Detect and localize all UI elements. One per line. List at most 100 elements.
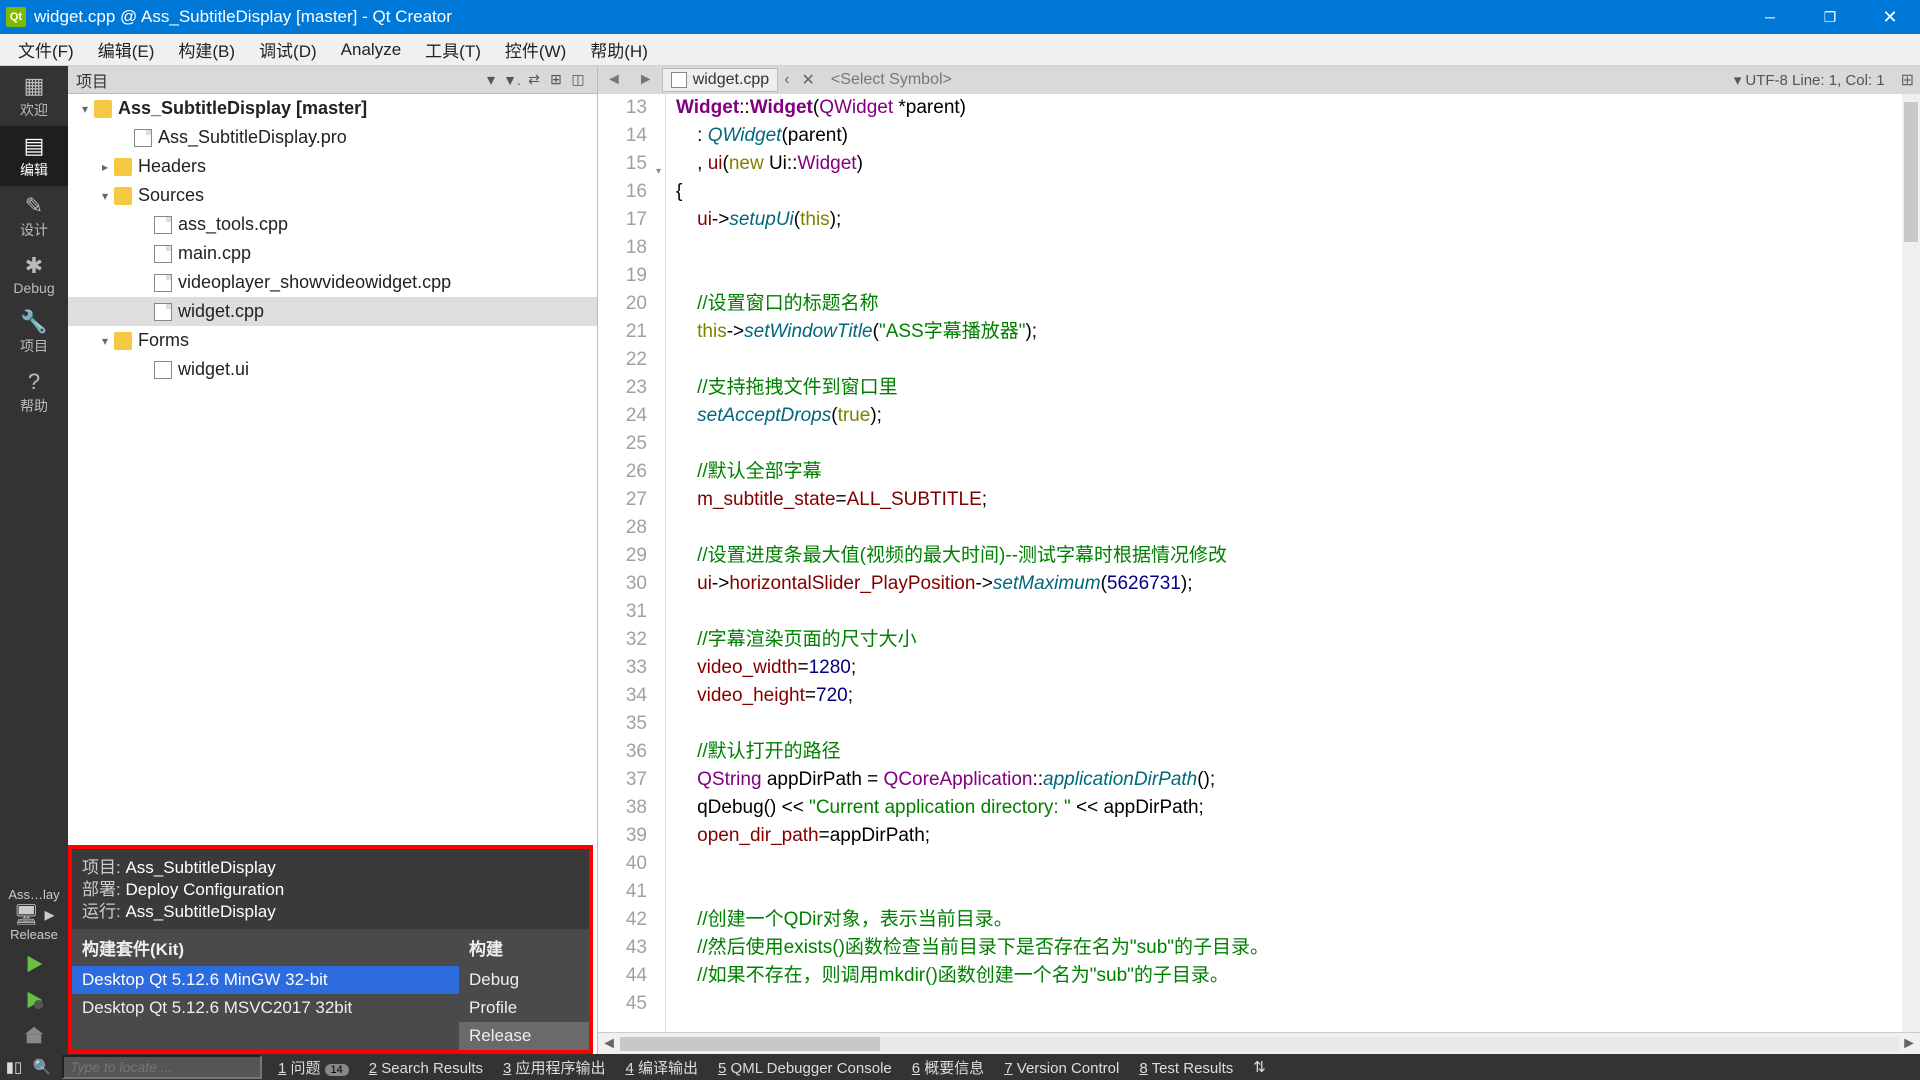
kit-option[interactable]: Desktop Qt 5.12.6 MSVC2017 32bit xyxy=(72,994,459,1022)
build-button[interactable] xyxy=(0,1018,68,1054)
scrollbar-thumb[interactable] xyxy=(620,1037,880,1051)
build-option[interactable]: Profile xyxy=(459,994,589,1022)
tree-ui-file[interactable]: widget.ui xyxy=(68,355,597,384)
mode-design[interactable]: ✎设计 xyxy=(0,186,68,246)
menu-file[interactable]: 文件(F) xyxy=(6,33,86,66)
status-toggle-icon[interactable]: ⇅ xyxy=(1243,1058,1276,1076)
run-button[interactable] xyxy=(0,946,68,982)
horizontal-scrollbar[interactable]: ◄ ► xyxy=(598,1032,1920,1054)
file-icon xyxy=(154,245,172,263)
status-pane-8[interactable]: 8 Test Results xyxy=(1129,1060,1243,1077)
mode-projects[interactable]: 🔧项目 xyxy=(0,302,68,362)
close-tab-icon[interactable]: ✕ xyxy=(796,70,821,90)
nav-forward-icon[interactable]: ► xyxy=(630,71,662,89)
monitor-icon: 🖥 ▸ xyxy=(0,902,68,927)
back-icon[interactable]: ‹ xyxy=(778,71,795,89)
split-icon[interactable]: ◫ xyxy=(567,71,589,88)
tree-headers[interactable]: ▸Headers xyxy=(68,152,597,181)
status-pane-1[interactable]: 1 问题14 xyxy=(268,1060,359,1077)
wrench-icon: 🔧 xyxy=(0,310,68,334)
tree-pro-file[interactable]: Ass_SubtitleDisplay.pro xyxy=(68,123,597,152)
tree-source-file[interactable]: main.cpp xyxy=(68,239,597,268)
code-editor[interactable]: 131415▾161718192021222324252627282930313… xyxy=(598,94,1920,1032)
status-pane-2[interactable]: 2 Search Results xyxy=(359,1060,493,1077)
menu-tools[interactable]: 工具(T) xyxy=(413,33,493,66)
status-pane-7[interactable]: 7 Version Control xyxy=(994,1060,1129,1077)
folder-icon xyxy=(94,100,112,118)
build-header: 构建 xyxy=(459,929,589,966)
search-icon: 🔍 xyxy=(28,1058,56,1076)
filter-icon[interactable]: ▼. xyxy=(501,72,523,88)
tree-forms[interactable]: ▾Forms xyxy=(68,326,597,355)
tree-sources[interactable]: ▾Sources xyxy=(68,181,597,210)
mode-debug[interactable]: ✱Debug xyxy=(0,246,68,302)
close-button[interactable]: ✕ xyxy=(1860,0,1920,34)
chevron-down-icon[interactable]: ▾ xyxy=(487,70,501,90)
maximize-button[interactable]: ❐ xyxy=(1800,0,1860,34)
title-bar: Qt widget.cpp @ Ass_SubtitleDisplay [mas… xyxy=(0,0,1920,34)
status-pane-5[interactable]: 5 QML Debugger Console xyxy=(708,1060,902,1077)
kit-selector-button[interactable]: Ass…lay 🖥 ▸ Release xyxy=(0,883,68,946)
menu-widgets[interactable]: 控件(W) xyxy=(493,33,578,66)
build-option[interactable]: Debug xyxy=(459,966,589,994)
status-pane-4[interactable]: 4 编译输出 xyxy=(616,1060,709,1077)
bug-icon: ✱ xyxy=(0,254,68,278)
scrollbar-thumb[interactable] xyxy=(1904,102,1918,242)
editor-area: ◄ ► widget.cpp ‹ ✕ <Select Symbol> ▾UTF-… xyxy=(598,66,1920,1054)
menu-edit[interactable]: 编辑(E) xyxy=(86,33,167,66)
minimize-button[interactable]: ─ xyxy=(1740,0,1800,34)
kit-option[interactable]: Desktop Qt 5.12.6 MinGW 32-bit xyxy=(72,966,459,994)
tree-source-file[interactable]: videoplayer_showvideowidget.cpp xyxy=(68,268,597,297)
grid-icon: ▦ xyxy=(0,74,68,98)
symbol-selector[interactable]: <Select Symbol> xyxy=(821,71,962,89)
line-gutter: 131415▾161718192021222324252627282930313… xyxy=(598,94,666,1032)
mode-bar: ▦欢迎 ▤编辑 ✎设计 ✱Debug 🔧项目 ?帮助 Ass…lay 🖥 ▸ R… xyxy=(0,66,68,1054)
menu-debug[interactable]: 调试(D) xyxy=(247,33,329,66)
app-icon: Qt xyxy=(6,7,26,27)
menu-build[interactable]: 构建(B) xyxy=(166,33,247,66)
pencil-icon: ✎ xyxy=(0,194,68,218)
ui-file-icon xyxy=(154,361,172,379)
folder-icon xyxy=(114,332,132,350)
project-panel: 项目 ▾ ▼. ⇄ ⊞ ◫ ▾Ass_SubtitleDisplay [mast… xyxy=(68,66,598,1054)
file-icon xyxy=(671,72,687,88)
mode-edit[interactable]: ▤编辑 xyxy=(0,126,68,186)
project-panel-header: 项目 ▾ ▼. ⇄ ⊞ ◫ xyxy=(68,66,597,94)
menu-help[interactable]: 帮助(H) xyxy=(578,33,660,66)
file-icon xyxy=(154,303,172,321)
run-debug-button[interactable] xyxy=(0,982,68,1018)
split-editor-icon[interactable]: ⊞ xyxy=(1895,70,1920,90)
nav-back-icon[interactable]: ◄ xyxy=(598,71,630,89)
file-icon xyxy=(154,274,172,292)
link-icon[interactable]: ⇄ xyxy=(523,71,545,88)
build-option[interactable]: Release xyxy=(459,1022,589,1050)
cursor-status: ▾UTF-8 Line: 1, Col: 1 xyxy=(1724,71,1895,89)
editor-tab[interactable]: widget.cpp xyxy=(662,68,779,92)
kit-header: 构建套件(Kit) xyxy=(72,929,459,966)
editor-toolbar: ◄ ► widget.cpp ‹ ✕ <Select Symbol> ▾UTF-… xyxy=(598,66,1920,94)
menu-analyze[interactable]: Analyze xyxy=(329,36,413,64)
scroll-left-icon[interactable]: ◄ xyxy=(598,1035,620,1053)
code-content[interactable]: Widget::Widget(QWidget *parent) : QWidge… xyxy=(666,94,1920,1032)
tree-source-file-active[interactable]: widget.cpp xyxy=(68,297,597,326)
mode-welcome[interactable]: ▦欢迎 xyxy=(0,66,68,126)
window-title: widget.cpp @ Ass_SubtitleDisplay [master… xyxy=(34,7,1740,27)
folder-icon xyxy=(114,158,132,176)
status-pane-6[interactable]: 6 概要信息 xyxy=(902,1060,995,1077)
file-icon xyxy=(154,216,172,234)
folder-icon xyxy=(114,187,132,205)
vertical-scrollbar[interactable] xyxy=(1902,94,1920,1032)
scroll-right-icon[interactable]: ► xyxy=(1898,1035,1920,1053)
toggle-sidebar-icon[interactable]: ▮▯ xyxy=(0,1058,28,1076)
status-bar: ▮▯ 🔍 1 问题142 Search Results3 应用程序输出4 编译输… xyxy=(0,1054,1920,1080)
mode-help[interactable]: ?帮助 xyxy=(0,362,68,422)
tree-root[interactable]: ▾Ass_SubtitleDisplay [master] xyxy=(68,94,597,123)
help-icon: ? xyxy=(0,370,68,394)
menu-bar: 文件(F) 编辑(E) 构建(B) 调试(D) Analyze 工具(T) 控件… xyxy=(0,34,1920,66)
project-header-title: 项目 xyxy=(76,68,487,92)
tree-source-file[interactable]: ass_tools.cpp xyxy=(68,210,597,239)
status-pane-3[interactable]: 3 应用程序输出 xyxy=(493,1060,616,1077)
add-icon[interactable]: ⊞ xyxy=(545,71,567,88)
kit-selector-popup: 项目: Ass_SubtitleDisplay 部署: Deploy Confi… xyxy=(68,845,593,1054)
locator-input[interactable] xyxy=(62,1055,262,1079)
